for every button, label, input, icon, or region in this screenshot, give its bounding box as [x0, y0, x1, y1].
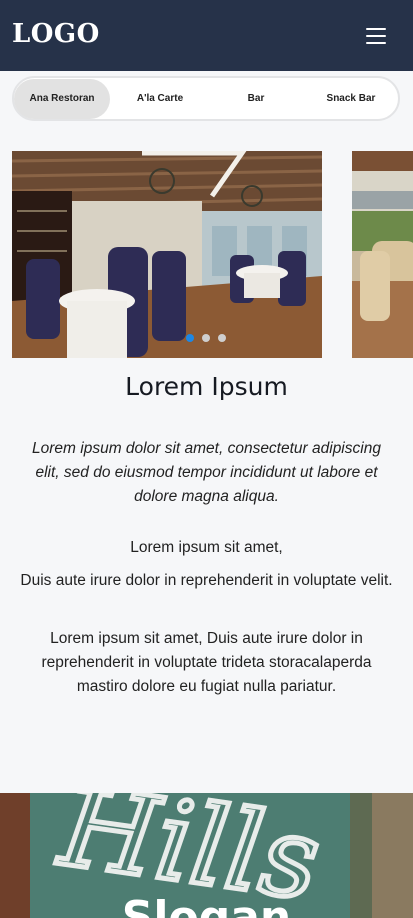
lead-paragraph: Lorem ipsum dolor sit amet, consectetur … — [32, 440, 381, 505]
slogan-heading: Slogan — [121, 892, 292, 918]
tab-ana-restoran[interactable]: Ana Restoran — [14, 79, 110, 119]
menu-line — [366, 35, 386, 37]
body-paragraph: Lorem ipsum sit amet, Duis aute irure do… — [41, 630, 372, 695]
carousel-dots — [184, 334, 232, 344]
image-carousel[interactable] — [0, 151, 413, 358]
carousel-dot[interactable] — [202, 334, 210, 342]
menu-line — [366, 42, 386, 44]
tab-ala-carte[interactable]: A'la Carte — [112, 79, 208, 119]
restaurant-dining-room-photo — [12, 151, 322, 358]
restaurant-tabs: Ana Restoran A'la Carte Bar Snack Bar — [12, 76, 400, 121]
top-navigation-bar: LOGO — [0, 0, 413, 71]
tab-bar[interactable]: Bar — [208, 79, 304, 119]
section-title: Lorem Ipsum — [125, 372, 288, 401]
logo[interactable]: LOGO — [12, 19, 100, 49]
menu-line — [366, 28, 386, 30]
carousel-dot[interactable] — [218, 334, 226, 342]
body-paragraph: Lorem ipsum sit amet, — [130, 539, 283, 556]
body-paragraph: Duis aute irure dolor in reprehenderit i… — [20, 572, 393, 589]
terrace-chairs-photo — [352, 151, 413, 358]
carousel-dot[interactable] — [186, 334, 194, 342]
tab-snack-bar[interactable]: Snack Bar — [304, 79, 398, 119]
hamburger-menu-icon[interactable] — [362, 24, 390, 48]
